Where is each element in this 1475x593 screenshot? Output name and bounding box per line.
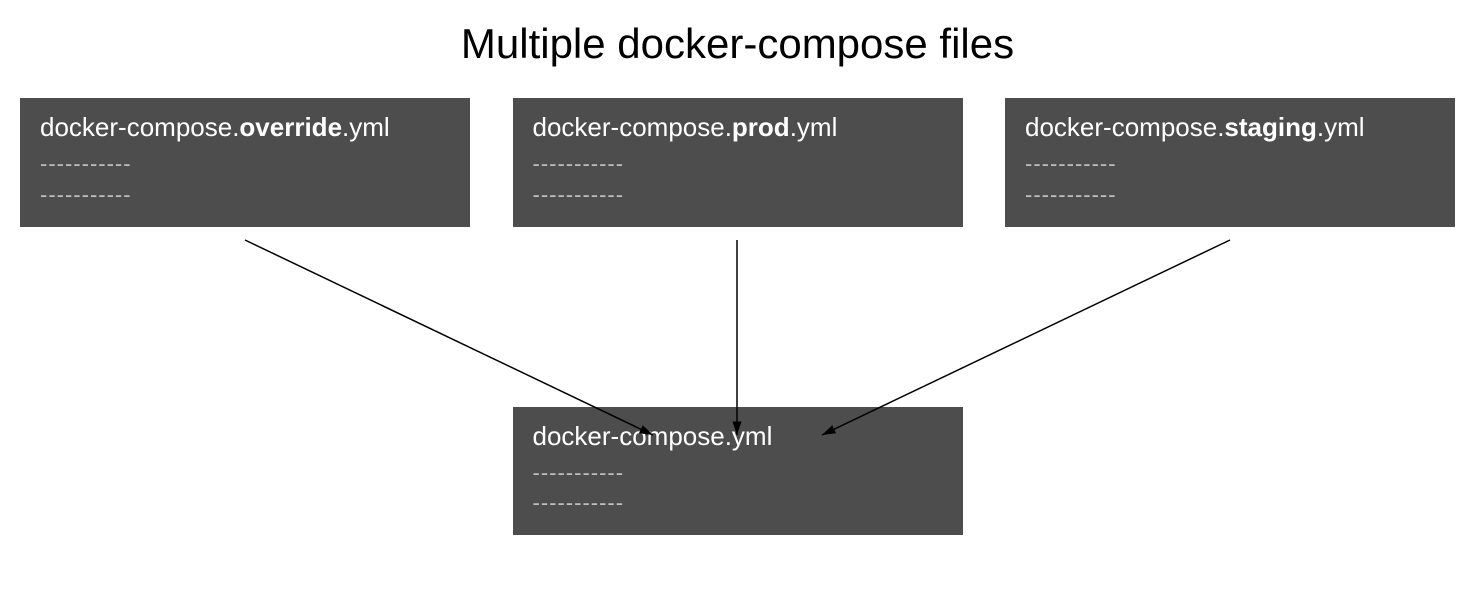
file-content-placeholder: ----------- xyxy=(40,180,450,211)
diagram-title: Multiple docker-compose files xyxy=(0,0,1475,98)
file-box-prod: docker-compose.prod.yml ----------- ----… xyxy=(513,98,963,227)
file-prefix: docker-compose. xyxy=(533,112,732,142)
file-name-prod: docker-compose.prod.yml xyxy=(533,112,943,143)
file-suffix: .yml xyxy=(342,112,390,142)
file-box-base: docker-compose.yml ----------- ---------… xyxy=(513,407,963,536)
file-prefix: docker-compose. xyxy=(40,112,239,142)
file-box-override: docker-compose.override.yml ----------- … xyxy=(20,98,470,227)
file-prefix: docker-compose. xyxy=(1025,112,1224,142)
file-bold: prod xyxy=(732,112,790,142)
file-content-placeholder: ----------- xyxy=(533,149,943,180)
bottom-file-row: docker-compose.yml ----------- ---------… xyxy=(0,407,1475,536)
file-name-override: docker-compose.override.yml xyxy=(40,112,450,143)
file-bold: override xyxy=(239,112,342,142)
top-file-row: docker-compose.override.yml ----------- … xyxy=(0,98,1475,227)
file-content-placeholder: ----------- xyxy=(533,180,943,211)
file-content-placeholder: ----------- xyxy=(40,149,450,180)
file-content-placeholder: ----------- xyxy=(1025,149,1435,180)
file-content-placeholder: ----------- xyxy=(533,458,943,489)
file-content-placeholder: ----------- xyxy=(1025,180,1435,211)
file-suffix: .yml xyxy=(1317,112,1365,142)
file-content-placeholder: ----------- xyxy=(533,488,943,519)
file-bold: staging xyxy=(1224,112,1316,142)
file-suffix: .yml xyxy=(790,112,838,142)
file-box-staging: docker-compose.staging.yml ----------- -… xyxy=(1005,98,1455,227)
file-name-base: docker-compose.yml xyxy=(533,421,943,452)
file-name-staging: docker-compose.staging.yml xyxy=(1025,112,1435,143)
